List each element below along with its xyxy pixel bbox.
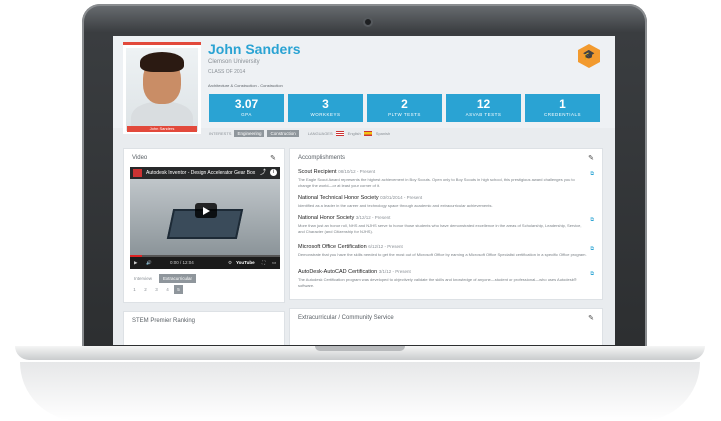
stat-asvab[interactable]: 12 ASVAB TESTS — [446, 94, 521, 122]
stat-gpa[interactable]: 3.07 GPA — [209, 94, 284, 122]
list-item: Microsoft Office Certification 6/12/12 -… — [298, 244, 587, 257]
page-link-active[interactable]: 5 — [174, 285, 183, 294]
panel-title: Video — [132, 155, 148, 161]
panel-title: Extracurricular / Community Service — [298, 315, 394, 321]
list-item: AutoDesk-AutoCAD Certification 3/1/12 - … — [298, 269, 577, 288]
interests-label: INTERESTS — [209, 131, 232, 136]
video-title: Autodesk Inventor - Design Accelerator G… — [130, 167, 280, 179]
stat-pltw[interactable]: 2 PLTW TESTS — [367, 94, 442, 122]
tab-interview[interactable]: Interview — [130, 274, 156, 283]
pencil-icon[interactable]: ✎ — [588, 314, 594, 322]
page-link[interactable]: 2 — [141, 285, 150, 294]
camera-icon — [363, 17, 373, 27]
info-icon[interactable]: i — [270, 169, 277, 176]
theater-icon[interactable]: ▭ — [272, 257, 276, 269]
video-controls: ▶ 🔊 0:00 / 12:04 ⚙ YouTube ⛶ ▭ — [130, 255, 280, 269]
class-year: CLASS OF 2014 — [208, 69, 246, 75]
external-link-icon[interactable]: ⧉ — [590, 246, 594, 252]
laptop-mockup: John Sanders John Sanders Clemson Univer… — [0, 0, 721, 421]
school-name: Clemson University — [208, 59, 260, 65]
stats-row: 3.07 GPA 3 WORKKEYS 2 PLTW TESTS 12 ASVAB TE… — [209, 94, 600, 122]
panel-title: STEM Premier Ranking — [132, 318, 196, 324]
youtube-icon[interactable]: YouTube — [236, 257, 255, 269]
progress-bar[interactable] — [130, 255, 280, 257]
us-flag-icon — [335, 131, 344, 136]
external-link-icon[interactable]: ⧉ — [590, 171, 594, 177]
video-tabs: Interview Extracurricular — [130, 274, 197, 283]
fullscreen-icon[interactable]: ⛶ — [262, 257, 265, 269]
gear-icon[interactable]: ⚙ — [228, 257, 232, 269]
pencil-icon[interactable]: ✎ — [588, 154, 594, 162]
external-link-icon[interactable]: ⧉ — [590, 217, 594, 223]
laptop-notch — [315, 346, 405, 351]
tags-row: INTERESTS Engineering Construction LANGU… — [209, 130, 390, 137]
stat-credentials[interactable]: 1 CREDENTIALS — [525, 94, 600, 122]
video-frame — [130, 179, 280, 257]
screen: John Sanders John Sanders Clemson Univer… — [113, 36, 615, 345]
stat-workkeys[interactable]: 3 WORKKEYS — [288, 94, 363, 122]
share-icon[interactable]: ⤴ — [260, 167, 266, 179]
channel-icon — [133, 169, 142, 177]
video-time: 0:00 / 12:04 — [170, 260, 194, 265]
career-pathway: Architecture & Construction - Constructi… — [208, 83, 283, 88]
student-name: John Sanders — [208, 41, 301, 57]
tab-extracurricular[interactable]: Extracurricular — [159, 274, 197, 283]
play-icon[interactable]: ▶ — [134, 257, 137, 269]
laptop-reflection — [20, 362, 700, 421]
list-item: National Technical Honor Society 03/01/2… — [298, 195, 493, 208]
spain-flag-icon — [363, 131, 372, 136]
graduation-cap-icon[interactable]: 🎓 — [578, 44, 600, 68]
page-link[interactable]: 3 — [152, 285, 161, 294]
interest-tag[interactable]: Engineering — [234, 130, 265, 137]
language: English — [347, 131, 361, 136]
accomplishments-panel: Accomplishments ✎ Scout Recipient 08/10/… — [289, 148, 603, 300]
play-button[interactable] — [195, 203, 217, 218]
panel-title: Accomplishments — [298, 155, 346, 161]
profile-photo: John Sanders — [123, 42, 201, 134]
language: Spanish — [375, 131, 391, 136]
volume-icon[interactable]: 🔊 — [146, 257, 152, 269]
page-link[interactable]: 4 — [163, 285, 172, 294]
list-item: National Honor Society 3/12/12 - Present… — [298, 215, 582, 234]
video-panel: Video ✎ Autodesk Inventor - Design Accel… — [123, 148, 285, 303]
interest-tag[interactable]: Construction — [267, 130, 299, 137]
pagination: 1 2 3 4 5 — [130, 285, 183, 294]
external-link-icon[interactable]: ⧉ — [590, 271, 594, 277]
avatar — [126, 48, 198, 131]
photo-caption: John Sanders — [127, 126, 197, 132]
stem-ranking-panel: STEM Premier Ranking — [123, 311, 285, 345]
video-player[interactable]: Autodesk Inventor - Design Accelerator G… — [130, 167, 280, 269]
languages-label: LANGUAGES — [307, 131, 333, 136]
page-link[interactable]: 1 — [130, 285, 139, 294]
extracurricular-panel: Extracurricular / Community Service ✎ — [289, 308, 603, 345]
profile-header: John Sanders John Sanders Clemson Univer… — [113, 36, 615, 137]
pencil-icon[interactable]: ✎ — [270, 154, 276, 162]
list-item: Scout Recipient 08/10/12 - Present The E… — [298, 169, 575, 188]
